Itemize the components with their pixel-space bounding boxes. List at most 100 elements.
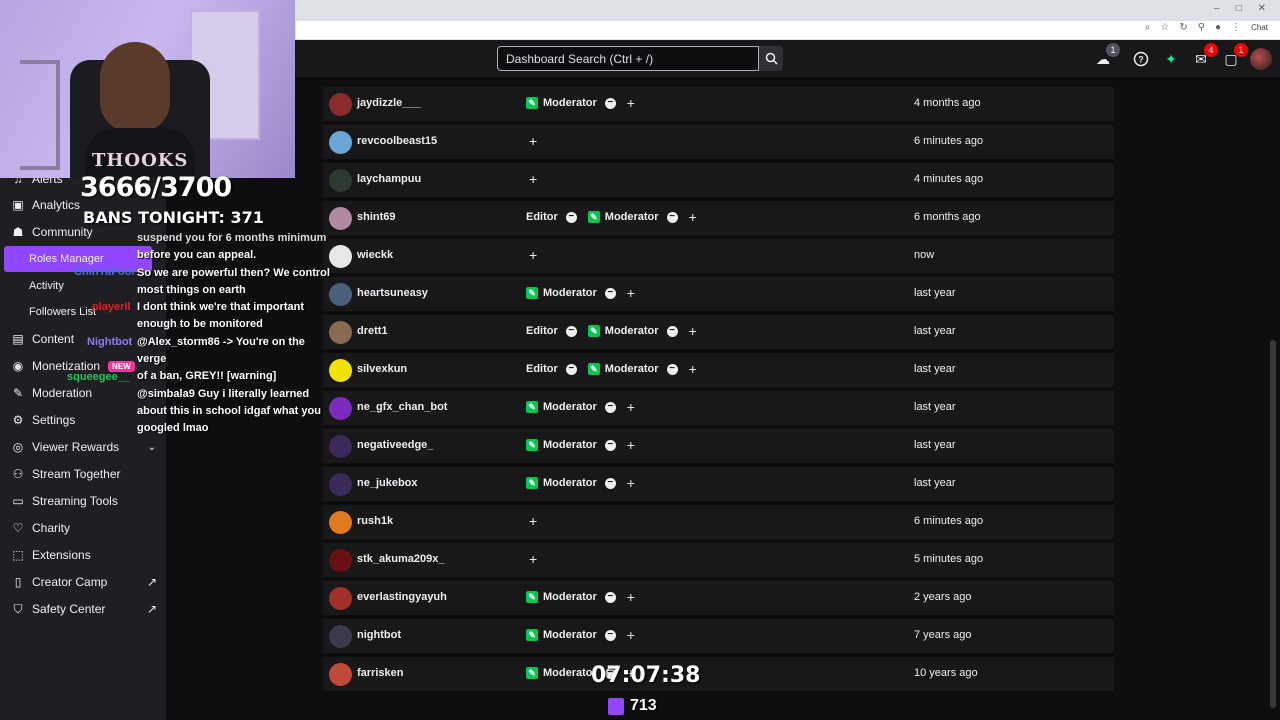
close-icon[interactable]: ✕ <box>1258 3 1266 14</box>
page-scrollbar[interactable] <box>1270 340 1276 708</box>
avatar[interactable] <box>329 169 352 192</box>
activity-count: 1 <box>1234 43 1248 57</box>
remove-role-button[interactable]: − <box>604 439 616 451</box>
username[interactable]: rush1k <box>357 515 393 527</box>
username[interactable]: negativeedge_ <box>357 439 433 451</box>
moderator-badge-icon: ✎ <box>587 363 600 375</box>
username[interactable]: laychampuu <box>357 173 421 185</box>
add-role-button[interactable]: + <box>529 248 537 262</box>
avatar[interactable] <box>329 435 352 458</box>
maximize-icon[interactable]: □ <box>1236 3 1242 14</box>
remove-role-button[interactable]: − <box>604 629 616 641</box>
remove-role-button[interactable]: − <box>666 363 678 375</box>
username[interactable]: ne_jukebox <box>357 477 418 489</box>
username[interactable]: everlastingyayuh <box>357 591 447 603</box>
table-row: ne_jukebox ✎ Moderator − + last year <box>323 467 1114 503</box>
avatar[interactable] <box>329 511 352 534</box>
sidebar-item-viewer-rewards[interactable]: ◎ Viewer Rewards ⌄ <box>0 434 166 460</box>
remove-role-button[interactable]: − <box>604 477 616 489</box>
chat-username: Nightbot <box>87 336 133 348</box>
inbox-icon[interactable]: ✉ 4 <box>1192 43 1218 68</box>
notifications-icon[interactable]: ☁ 1 <box>1094 43 1120 68</box>
avatar[interactable] <box>329 473 352 496</box>
username[interactable]: shint69 <box>357 211 396 223</box>
role-label: Moderator <box>543 477 597 489</box>
remove-role-button[interactable]: − <box>565 363 577 375</box>
add-role-button[interactable]: + <box>627 438 635 452</box>
add-role-button[interactable]: + <box>689 324 697 338</box>
add-role-button[interactable]: + <box>529 552 537 566</box>
remove-role-button[interactable]: − <box>604 97 616 109</box>
username[interactable]: heartsuneasy <box>357 287 428 299</box>
zoom-icon[interactable]: ⌕ <box>1145 22 1151 33</box>
avatar[interactable] <box>329 625 352 648</box>
username[interactable]: revcoolbeast15 <box>357 135 437 147</box>
refresh-icon[interactable]: ↻ <box>1179 22 1187 33</box>
chat-chip-label[interactable]: Chat <box>1251 23 1268 32</box>
sidebar-item-creator-camp[interactable]: ▯ Creator Camp ↗ <box>0 569 166 595</box>
sparkle-icon[interactable]: ✦ <box>1162 50 1180 68</box>
minimize-icon[interactable]: – <box>1214 3 1220 14</box>
remove-role-button[interactable]: − <box>666 211 678 223</box>
star-icon[interactable]: ☆ <box>1160 22 1169 33</box>
remove-role-button[interactable]: − <box>604 591 616 603</box>
inbox-count: 4 <box>1204 43 1218 57</box>
role-label: Moderator <box>604 211 659 223</box>
avatar[interactable] <box>329 207 352 230</box>
sidebar-item-extensions[interactable]: ⬚ Extensions <box>0 542 166 568</box>
activity-feed-icon[interactable]: ▢ 1 <box>1222 43 1248 68</box>
role-list: Editor − ✎ Moderator − + <box>526 210 697 224</box>
avatar[interactable] <box>329 131 352 154</box>
remove-role-button[interactable]: − <box>565 211 577 223</box>
add-role-button[interactable]: + <box>627 590 635 604</box>
username[interactable]: jaydizzle___ <box>357 97 421 109</box>
date-added: 6 minutes ago <box>914 515 984 527</box>
avatar[interactable] <box>329 549 352 572</box>
date-added: 2 years ago <box>914 591 972 603</box>
role-label: Moderator <box>543 401 597 413</box>
role-label: Editor <box>526 325 558 337</box>
remove-role-button[interactable]: − <box>666 325 678 337</box>
search-button[interactable] <box>759 46 783 71</box>
add-role-button[interactable]: + <box>627 96 635 110</box>
add-role-button[interactable]: + <box>627 286 635 300</box>
add-role-button[interactable]: + <box>627 476 635 490</box>
username[interactable]: silvexkun <box>357 363 407 375</box>
sidebar-item-stream-together[interactable]: ⚇ Stream Together <box>0 461 166 487</box>
add-role-button[interactable]: + <box>627 628 635 642</box>
add-role-button[interactable]: + <box>529 134 537 148</box>
menu-icon[interactable]: ⋮ <box>1231 22 1241 33</box>
sidebar-item-charity[interactable]: ♡ Charity <box>0 515 166 541</box>
username[interactable]: farrisken <box>357 667 403 679</box>
username[interactable]: drett1 <box>357 325 388 337</box>
username[interactable]: ne_gfx_chan_bot <box>357 401 447 413</box>
add-role-button[interactable]: + <box>529 514 537 528</box>
dashboard-search-input[interactable]: Dashboard Search (Ctrl + /) <box>497 46 759 71</box>
table-row: silvexkun Editor − ✎ Moderator − + last year <box>323 353 1114 389</box>
help-icon[interactable]: ? <box>1132 50 1150 68</box>
sidebar-item-streaming-tools[interactable]: ▭ Streaming Tools <box>0 488 166 514</box>
table-row: laychampuu +4 minutes ago <box>323 163 1114 199</box>
avatar[interactable] <box>329 587 352 610</box>
remove-role-button[interactable]: − <box>604 401 616 413</box>
add-role-button[interactable]: + <box>689 210 697 224</box>
add-role-button[interactable]: + <box>627 400 635 414</box>
moderator-badge-icon: ✎ <box>587 325 600 337</box>
remove-role-button[interactable]: − <box>604 287 616 299</box>
add-role-button[interactable]: + <box>689 362 697 376</box>
stream-together-icon: ⚇ <box>12 467 24 481</box>
avatar[interactable] <box>329 663 352 686</box>
remove-role-button[interactable]: − <box>565 325 577 337</box>
username[interactable]: nightbot <box>357 629 401 641</box>
extensions-icon: ⬚ <box>12 548 24 562</box>
chat-line: @simbala9 Guy i literally learned <box>137 387 310 400</box>
profile-icon[interactable]: ● <box>1215 22 1221 33</box>
username[interactable]: stk_akuma209x_ <box>357 553 444 565</box>
address-bar[interactable] <box>296 21 1280 39</box>
extension-icon[interactable]: ⚲ <box>1198 22 1205 33</box>
sidebar-item-safety-center[interactable]: ⛉ Safety Center ↗ <box>0 596 166 622</box>
add-role-button[interactable]: + <box>529 172 537 186</box>
username[interactable]: wieckk <box>357 249 393 261</box>
avatar[interactable] <box>329 93 352 116</box>
user-avatar[interactable] <box>1250 48 1272 70</box>
